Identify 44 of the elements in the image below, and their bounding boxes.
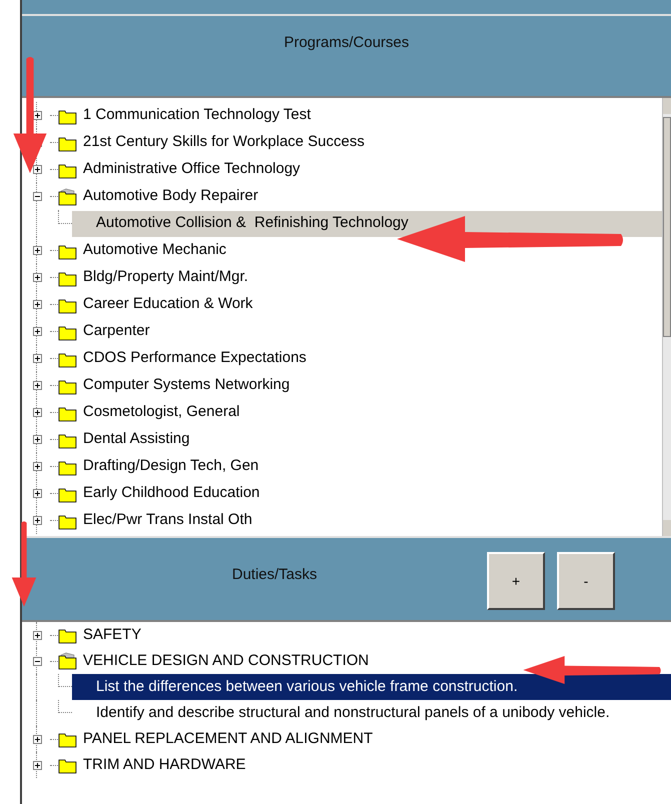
expand-icon[interactable]: [32, 165, 42, 174]
expand-icon[interactable]: [32, 246, 42, 255]
section-title: Programs/Courses: [284, 33, 410, 53]
section-title: Duties/Tasks: [232, 565, 318, 585]
expand-icon[interactable]: [32, 354, 42, 363]
collapse-icon[interactable]: [32, 192, 42, 201]
tree-item[interactable]: 21st Century Skills for Workplace Success: [81, 131, 366, 154]
tree-item[interactable]: Elec/Pwr Trans Instal Oth: [81, 509, 254, 532]
collapse-icon[interactable]: [32, 656, 42, 666]
tree-item[interactable]: Automotive Collision & Refinishing Technology: [72, 210, 662, 236]
tree-item[interactable]: Career Education & Work: [81, 293, 255, 316]
tree-item[interactable]: VEHICLE DESIGN AND CONSTRUCTION: [81, 650, 371, 672]
tree-item[interactable]: SAFETY: [81, 624, 144, 646]
expand-icon[interactable]: [32, 760, 42, 770]
tree-item[interactable]: 1 Communication Technology Test: [81, 104, 313, 127]
tree-item[interactable]: CDOS Performance Expectations: [81, 347, 308, 370]
expand-icon[interactable]: [32, 300, 42, 309]
tree-item[interactable]: Identify and describe structural and nonstructural panels of a unibody vehicle.: [72, 700, 671, 726]
tree-item[interactable]: List the differences between various vehicle frame construction.: [72, 674, 671, 700]
expand-icon[interactable]: [32, 273, 42, 282]
expand-icon[interactable]: [32, 408, 42, 417]
expand-icon[interactable]: [32, 327, 42, 336]
remove-button[interactable]: -: [557, 552, 615, 610]
tree-item[interactable]: Carpenter: [81, 320, 152, 343]
scrollbar[interactable]: [662, 98, 671, 536]
tree-item[interactable]: Bldg/Property Maint/Mgr.: [81, 266, 250, 289]
tree-item[interactable]: Automotive Mechanic: [81, 239, 228, 262]
expand-icon[interactable]: [32, 381, 42, 390]
expand-icon[interactable]: [32, 462, 42, 471]
tree-item[interactable]: PANEL REPLACEMENT AND ALIGNMENT: [81, 728, 375, 750]
tree-item[interactable]: Dental Assisting: [81, 428, 192, 451]
expand-icon[interactable]: [32, 630, 42, 640]
expand-icon[interactable]: [32, 489, 42, 498]
expand-icon[interactable]: [32, 435, 42, 444]
expand-icon[interactable]: [32, 734, 42, 744]
tree-item[interactable]: Automotive Body Repairer: [81, 185, 260, 208]
expand-icon[interactable]: [32, 516, 42, 525]
tree-item[interactable]: Early Childhood Education: [81, 482, 262, 505]
tree-item[interactable]: Drafting/Design Tech, Gen: [81, 455, 261, 478]
tree-item[interactable]: Cosmetologist, General: [81, 401, 242, 424]
add-button[interactable]: +: [487, 552, 545, 610]
tree-item[interactable]: Administrative Office Technology: [81, 158, 302, 181]
tree-item[interactable]: TRIM AND HARDWARE: [81, 754, 248, 776]
tree-item[interactable]: Computer Systems Networking: [81, 374, 292, 397]
